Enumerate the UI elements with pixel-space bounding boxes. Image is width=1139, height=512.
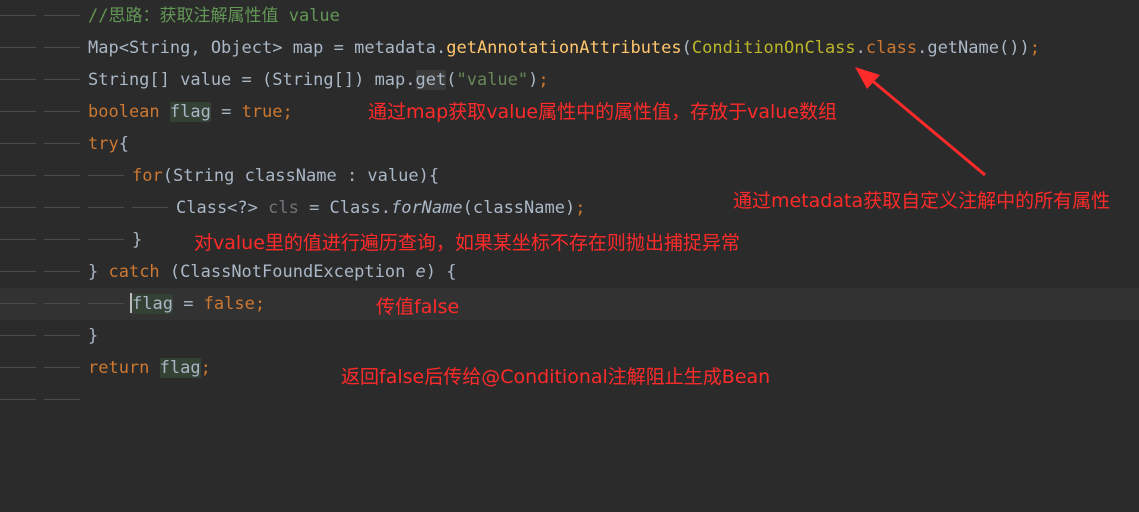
comment-text: //思路：获取注解属性值 value [88, 6, 340, 26]
code-text: } [88, 326, 99, 346]
annotation-return-false: 返回false后传给@Conditional注解阻止生成Bean [341, 366, 771, 388]
code-line-11[interactable]: } [0, 320, 1139, 352]
code-text: return flag; [88, 358, 211, 378]
code-text: Class<?> cls = Class.forName(className); [176, 198, 586, 218]
code-text: } catch (ClassNotFoundException e) { [88, 262, 457, 282]
annotation-pass-false: 传值false [376, 296, 460, 318]
annotation-loop-exception: 对value里的值进行遍历查询，如果某坐标不存在则抛出捕捉异常 [194, 232, 740, 254]
code-text: try{ [88, 134, 129, 154]
code-text: boolean flag = true; [88, 102, 293, 122]
annotation-metadata-attributes: 通过metadata获取自定义注解中的所有属性 [733, 190, 1111, 212]
code-text: } [132, 230, 143, 250]
code-line-1[interactable]: //思路：获取注解属性值 value [0, 0, 1139, 32]
code-line-3[interactable]: String[] value = (String[]) map.get("val… [0, 64, 1139, 96]
code-line-10[interactable]: flag = false; [0, 288, 1139, 320]
code-text: for(String className : value){ [132, 166, 440, 186]
code-text: String[] value = (String[]) map.get("val… [88, 70, 549, 90]
code-line-5[interactable]: try{ [0, 128, 1139, 160]
code-text: flag = false; [130, 293, 266, 314]
code-line-9[interactable]: } catch (ClassNotFoundException e) { [0, 256, 1139, 288]
code-text: Map<String, Object> map = metadata.getAn… [88, 38, 1040, 58]
annotation-map-values: 通过map获取value属性中的属性值，存放于value数组 [368, 101, 838, 123]
code-line-2[interactable]: Map<String, Object> map = metadata.getAn… [0, 32, 1139, 64]
